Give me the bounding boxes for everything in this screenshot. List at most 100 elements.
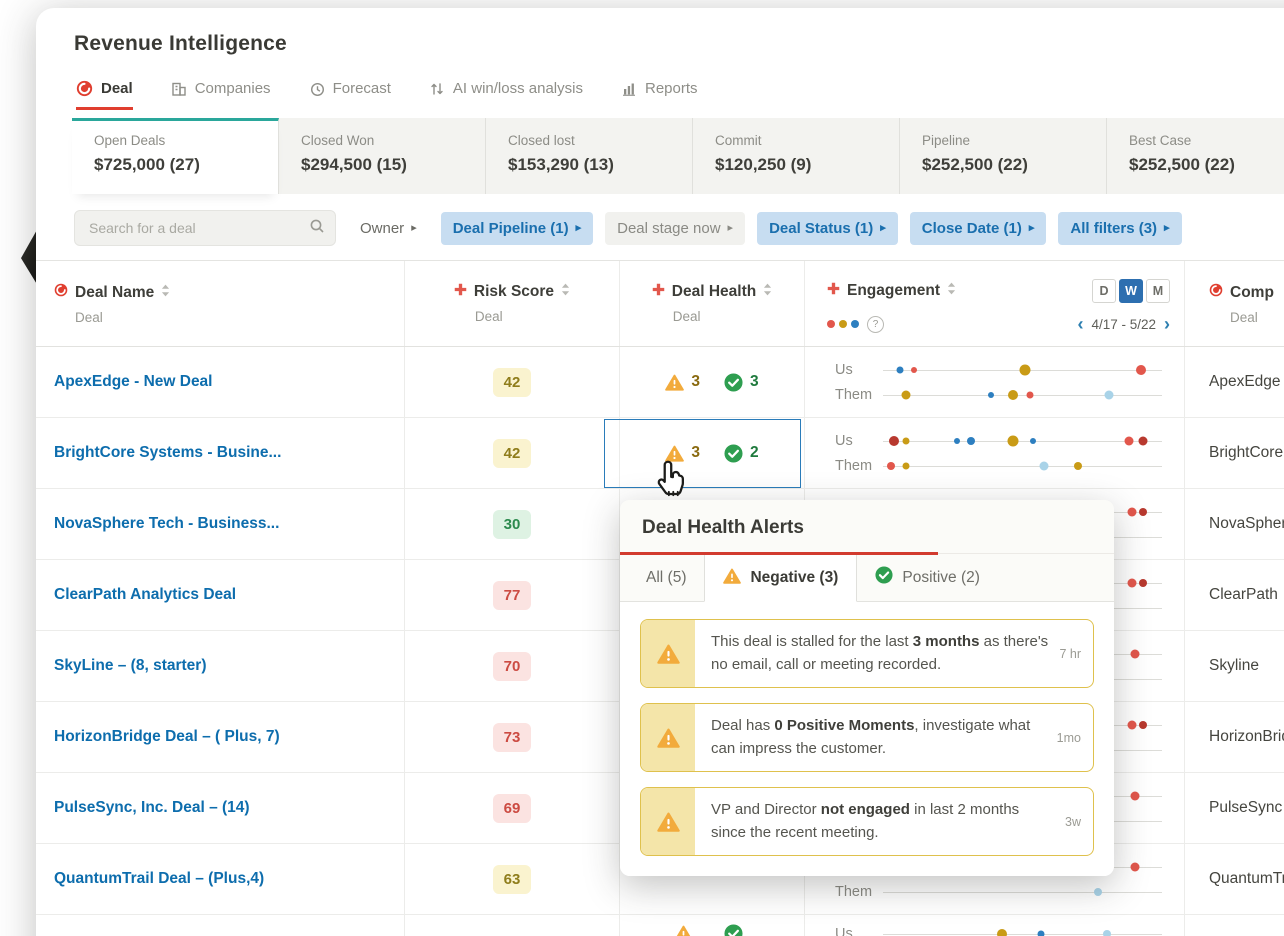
engagement-track xyxy=(883,879,1166,904)
card-label: Best Case xyxy=(1129,133,1192,148)
risk-score-cell: 63 xyxy=(405,844,620,914)
chevron-left-icon[interactable]: ‹ xyxy=(1077,315,1083,333)
company-name: ApexEdge xyxy=(1209,373,1281,390)
sort-icon[interactable] xyxy=(561,283,570,301)
owner-filter[interactable]: Owner ▸ xyxy=(348,212,429,245)
engagement-dot xyxy=(889,435,900,446)
deal-search[interactable] xyxy=(74,210,336,246)
summary-card-commit[interactable]: Commit $120,250 (9) xyxy=(693,118,900,194)
page-title: Revenue Intelligence xyxy=(74,32,287,55)
engagement-them-line: Them xyxy=(835,879,1166,904)
company-cell: PulseSync xyxy=(1185,773,1284,843)
forecast-icon xyxy=(309,81,325,97)
alerts-list: This deal is stalled for the last 3 mont… xyxy=(620,602,1114,876)
alert-body: This deal is stalled for the last 3 mont… xyxy=(695,620,1093,687)
chevron-right-icon[interactable]: › xyxy=(1164,315,1170,333)
column-deal-health: Deal Health Deal xyxy=(620,261,805,346)
companies-icon xyxy=(171,81,187,97)
deal-health-cell[interactable]: 33 xyxy=(620,347,805,417)
alert-warning-icon xyxy=(641,704,695,771)
engagement-dot xyxy=(887,461,896,470)
engagement-us-line: Us xyxy=(835,921,1166,936)
check-icon xyxy=(724,372,743,392)
engagement-row-label: Us xyxy=(835,361,853,378)
alert-text: Deal has 0 Positive Moments, investigate… xyxy=(711,715,1049,760)
deal-health-cell[interactable] xyxy=(620,915,805,936)
tab-all-alerts[interactable]: All (5) xyxy=(628,554,704,601)
app-window: Revenue Intelligence Deal Companies Fore… xyxy=(36,8,1284,936)
deal-name-link[interactable]: QuantumTrail Deal – (Plus,4) xyxy=(54,870,264,888)
tab-deal[interactable]: Deal xyxy=(76,80,133,110)
engagement-dot xyxy=(1127,507,1137,516)
deal-stage-filter[interactable]: Deal stage now ▸ xyxy=(605,211,746,245)
warning-icon xyxy=(665,374,685,391)
summary-card-best-case[interactable]: Best Case $252,500 (22) xyxy=(1107,118,1284,194)
deal-name-link[interactable]: HorizonBridge Deal – ( Plus, 7) xyxy=(54,728,280,746)
deal-swirl-icon xyxy=(54,283,68,302)
company-name: BrightCore xyxy=(1209,444,1284,461)
toggle-day[interactable]: D xyxy=(1092,279,1116,303)
engagement-row-label: Them xyxy=(835,457,873,474)
caret-icon: ▸ xyxy=(575,221,582,234)
deal-name-cell: NovaSphere Tech - Business... xyxy=(36,489,405,559)
bar-chart-icon xyxy=(621,81,637,97)
deal-name-link[interactable]: BrightCore Systems - Busine... xyxy=(54,444,281,462)
tab-companies[interactable]: Companies xyxy=(171,80,271,110)
card-value: $120,250 (9) xyxy=(715,155,812,174)
tab-forecast[interactable]: Forecast xyxy=(309,80,391,110)
warning-icon xyxy=(674,925,693,936)
sort-icon[interactable] xyxy=(947,282,956,300)
deal-name-link[interactable]: NovaSphere Tech - Business... xyxy=(54,515,279,533)
deal-name-cell: SkyLine – (8, starter) xyxy=(36,631,405,701)
risk-score-cell: 73 xyxy=(405,702,620,772)
alert-timestamp: 3w xyxy=(1065,814,1081,829)
tab-positive-alerts[interactable]: Positive (2) xyxy=(857,554,998,601)
tab-reports[interactable]: Reports xyxy=(621,80,698,110)
engagement-dot xyxy=(1019,364,1030,375)
deal-name-link[interactable]: ClearPath Analytics Deal xyxy=(54,586,236,604)
close-date-filter[interactable]: Close Date (1) ▸ xyxy=(909,211,1047,245)
engagement-dot xyxy=(1029,437,1036,444)
sort-icon[interactable] xyxy=(161,284,170,302)
search-input[interactable] xyxy=(87,219,309,237)
deal-name-link[interactable]: SkyLine – (8, starter) xyxy=(54,657,206,675)
filter-label: Deal stage now xyxy=(617,219,721,237)
deal-name-cell xyxy=(36,915,405,936)
column-label: Comp xyxy=(1230,283,1274,301)
positive-count: 2 xyxy=(750,444,759,461)
engagement-dot xyxy=(1130,649,1140,658)
engagement-row-label: Them xyxy=(835,386,873,403)
deal-name-link[interactable]: PulseSync, Inc. Deal – (14) xyxy=(54,799,250,817)
tab-negative-alerts[interactable]: Negative (3) xyxy=(704,554,858,602)
engagement-dot xyxy=(901,390,911,399)
sort-icon[interactable] xyxy=(763,283,772,301)
alert-text-bold: 3 months xyxy=(912,633,980,650)
toggle-week[interactable]: W xyxy=(1119,279,1143,303)
summary-card-closed-lost[interactable]: Closed lost $153,290 (13) xyxy=(486,118,693,194)
engagement-dot xyxy=(911,366,918,373)
deal-pipeline-filter[interactable]: Deal Pipeline (1) ▸ xyxy=(440,211,594,245)
deal-name-link[interactable]: ApexEdge - New Deal xyxy=(54,373,213,391)
company-cell: NovaSphere xyxy=(1185,489,1284,559)
alert-text: This deal is stalled for the last 3 mont… xyxy=(711,631,1051,676)
engagement-track xyxy=(883,921,1166,936)
deal-status-filter[interactable]: Deal Status (1) ▸ xyxy=(757,211,898,245)
table-row: ApexEdge - New Deal 42 3 3 Us Them ApexEdge xyxy=(36,347,1284,418)
summary-card-closed-won[interactable]: Closed Won $294,500 (15) xyxy=(279,118,486,194)
company-name: NovaSphere xyxy=(1209,515,1284,532)
engagement-cell: Us Them xyxy=(805,418,1185,488)
summary-card-open-deals[interactable]: Open Deals $725,000 (27) xyxy=(72,118,279,194)
toggle-month[interactable]: M xyxy=(1146,279,1170,303)
tab-ai-win-loss[interactable]: AI win/loss analysis xyxy=(429,80,583,110)
help-icon[interactable]: ? xyxy=(867,315,884,333)
alert-item: VP and Director not engaged in last 2 mo… xyxy=(640,787,1094,856)
risk-score-cell: 42 xyxy=(405,418,620,488)
engagement-dot xyxy=(996,928,1007,936)
summary-card-pipeline[interactable]: Pipeline $252,500 (22) xyxy=(900,118,1107,194)
risk-score-badge: 63 xyxy=(492,864,532,894)
column-label: Deal Health xyxy=(671,283,757,300)
card-label: Closed lost xyxy=(508,133,575,148)
date-range: 4/17 - 5/22 xyxy=(1091,316,1156,332)
deal-health-cell[interactable]: 32 xyxy=(604,418,805,488)
all-filters-button[interactable]: All filters (3) ▸ xyxy=(1058,211,1182,245)
